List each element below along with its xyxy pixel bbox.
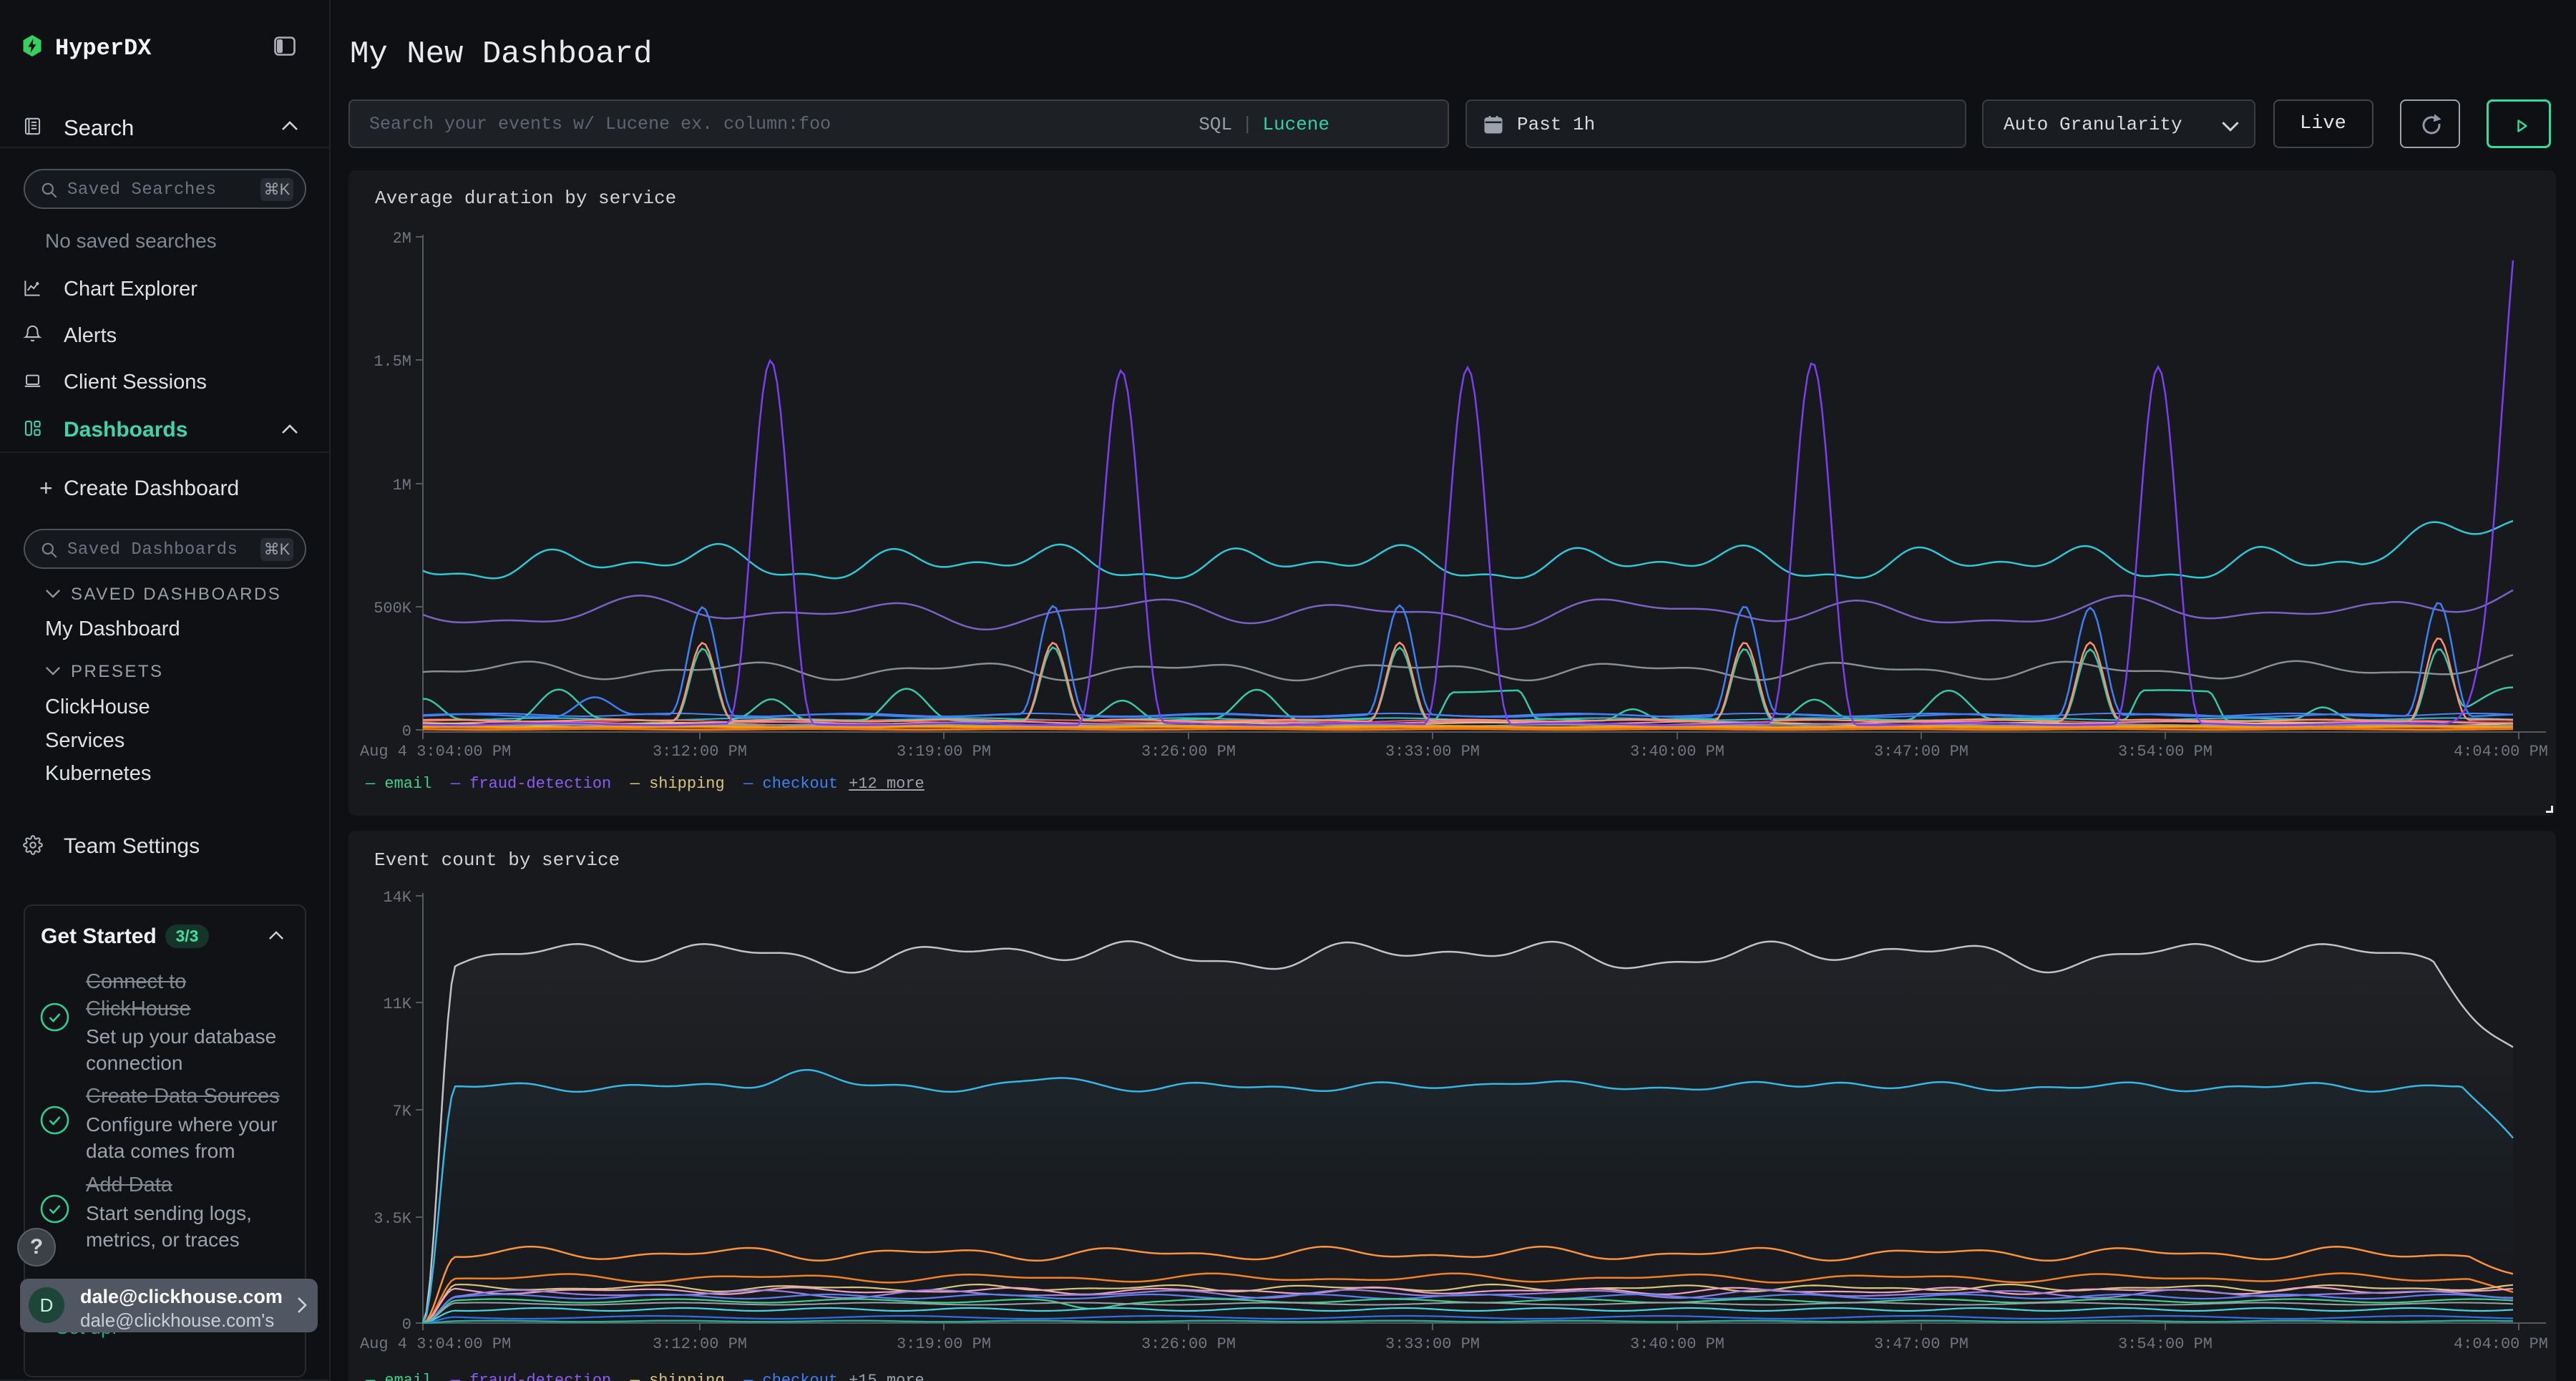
svg-text:3.5K: 3.5K [374, 1210, 412, 1228]
svg-text:3:19:00 PM: 3:19:00 PM [897, 1335, 991, 1353]
svg-text:3:47:00 PM: 3:47:00 PM [1874, 1335, 1968, 1353]
svg-text:11K: 11K [383, 995, 411, 1013]
svg-text:3:40:00 PM: 3:40:00 PM [1630, 1335, 1724, 1353]
svg-text:Aug 4 3:04:00 PM: Aug 4 3:04:00 PM [360, 1335, 511, 1353]
svg-text:14K: 14K [383, 889, 411, 907]
svg-text:3:12:00 PM: 3:12:00 PM [653, 1335, 747, 1353]
svg-text:4:04:00 PM: 4:04:00 PM [2454, 1335, 2548, 1353]
svg-text:3:26:00 PM: 3:26:00 PM [1141, 1335, 1236, 1353]
svg-text:0: 0 [402, 1316, 411, 1334]
svg-text:3:54:00 PM: 3:54:00 PM [2118, 1335, 2212, 1353]
svg-text:7K: 7K [393, 1103, 412, 1121]
svg-text:3:33:00 PM: 3:33:00 PM [1385, 1335, 1480, 1353]
